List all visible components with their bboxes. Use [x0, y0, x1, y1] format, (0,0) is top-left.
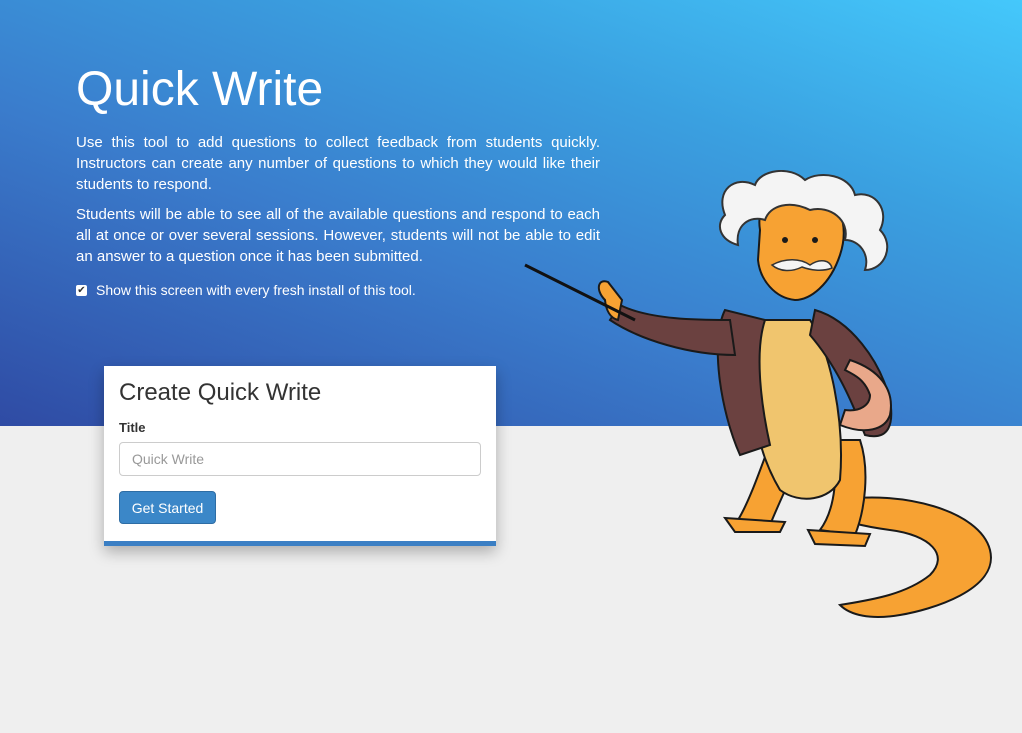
card-heading: Create Quick Write — [119, 379, 322, 406]
get-started-button[interactable]: Get Started — [119, 491, 216, 524]
left-arm-shape — [608, 303, 737, 357]
page-title: Quick Write — [76, 63, 324, 116]
dragon-professor-illustration — [524, 170, 992, 618]
right-foot-shape — [806, 528, 872, 548]
left-foot-shape — [722, 516, 787, 533]
left-eye — [782, 237, 788, 243]
title-label: Title — [119, 420, 146, 435]
check-icon: ✔ — [77, 284, 86, 296]
pointer-stick — [524, 263, 636, 322]
right-eye — [812, 237, 818, 243]
show-screen-label: Show this screen with every fresh instal… — [96, 282, 416, 298]
hand-shape — [597, 280, 624, 322]
create-quick-write-card: Create Quick Write Title Get Started — [104, 366, 496, 546]
title-input[interactable] — [119, 442, 481, 476]
show-screen-checkbox[interactable]: ✔ — [76, 284, 87, 296]
